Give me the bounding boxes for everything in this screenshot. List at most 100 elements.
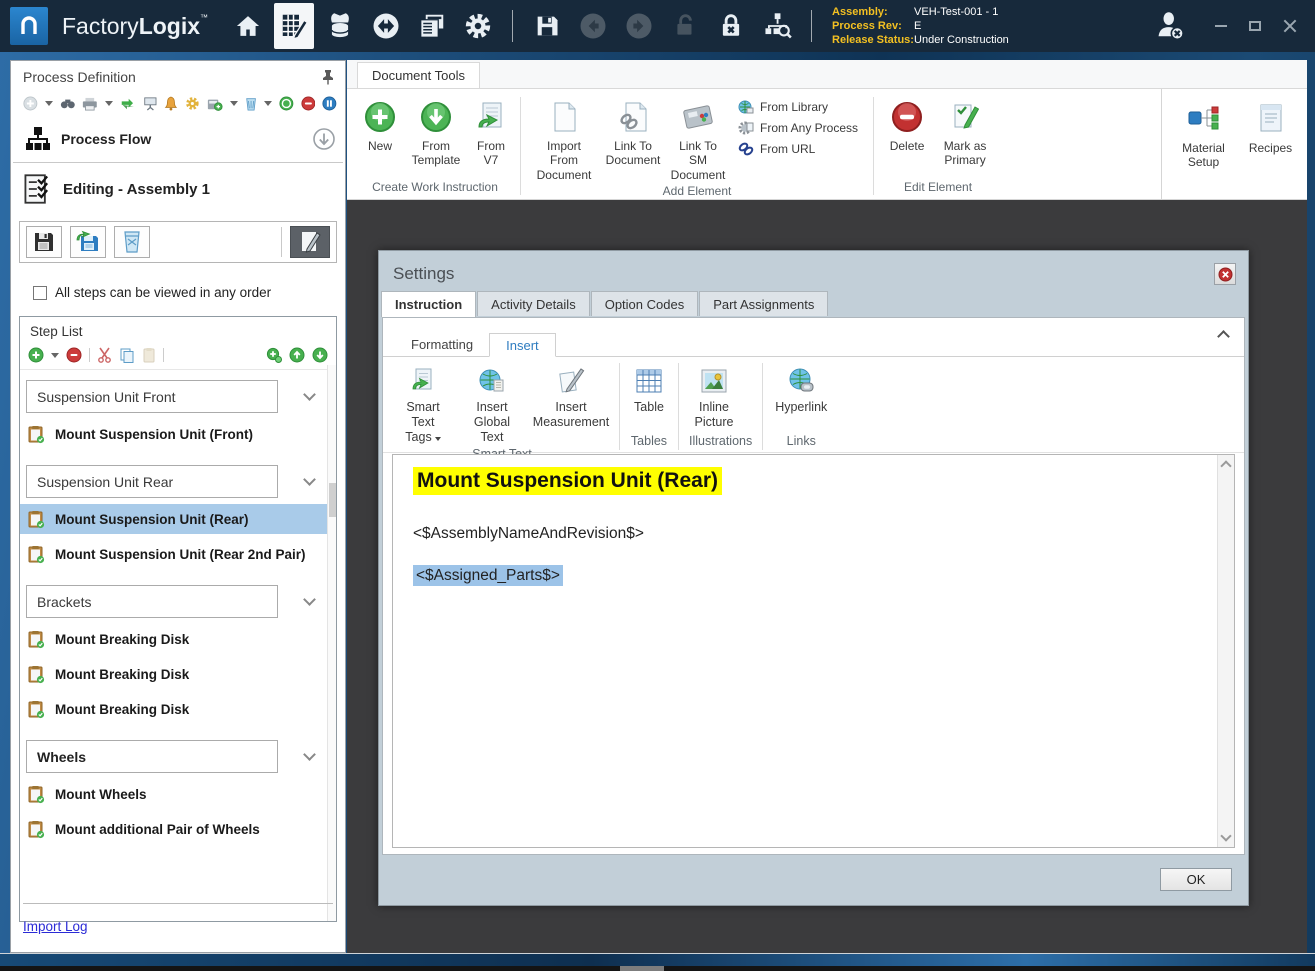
collapse-ribbon-icon[interactable] [1217,330,1230,343]
undo-button[interactable] [573,3,613,49]
unlock-button[interactable] [665,3,705,49]
scrollbar-thumb[interactable] [329,483,336,517]
import-document-button[interactable] [70,226,106,258]
tab-insert[interactable]: Insert [489,333,556,357]
step-item[interactable]: Mount Breaking Disk [20,624,336,654]
trash-icon[interactable] [245,95,257,112]
delete-element-button[interactable]: Delete [881,95,933,153]
mark-as-primary-button[interactable]: Mark as Primary [935,95,995,168]
chevron-down-icon[interactable] [303,473,316,486]
chevron-down-icon[interactable] [303,593,316,606]
step-item[interactable]: Mount Breaking Disk [20,694,336,724]
instruction-editor[interactable]: Mount Suspension Unit (Rear) <$AssemblyN… [392,454,1235,848]
minimize-button[interactable] [1215,25,1227,27]
sync-button[interactable] [366,3,406,49]
edit-instruction-button[interactable] [290,226,330,258]
go-icon[interactable] [279,95,294,112]
presentation-icon[interactable] [143,95,158,112]
pause-icon[interactable] [322,95,337,112]
import-from-document-button[interactable]: Import From Document [528,95,600,182]
paste-icon[interactable] [142,347,156,363]
logout-user-button[interactable] [1151,3,1191,49]
from-library-button[interactable]: From Library [738,99,858,115]
link-to-sm-document-button[interactable]: Link To SM Document [666,95,730,182]
scroll-up-icon[interactable] [1220,460,1231,471]
material-setup-button[interactable]: Material Setup [1173,97,1235,170]
table-button[interactable]: Table [626,361,672,415]
tab-instruction[interactable]: Instruction [381,291,476,317]
tab-document-tools[interactable]: Document Tools [357,62,480,88]
deploy-dropdown-icon[interactable] [230,101,238,106]
trash-dropdown-icon[interactable] [264,101,272,106]
step-group-header[interactable]: Suspension Unit Rear [26,465,330,498]
from-v7-button[interactable]: From V7 [469,95,513,168]
order-checkbox-row[interactable]: All steps can be viewed in any order [11,269,345,312]
scroll-down-icon[interactable] [1220,830,1231,841]
process-search-button[interactable] [757,3,797,49]
save-button[interactable] [527,3,567,49]
save-document-button[interactable] [26,226,62,258]
step-item[interactable]: Mount Breaking Disk [20,659,336,689]
settings-button[interactable] [458,3,498,49]
lock-discard-button[interactable] [711,3,751,49]
deploy-icon[interactable] [207,96,223,112]
close-button[interactable] [1283,19,1297,33]
remove-step-icon[interactable] [66,347,82,363]
horizontal-scrollbar-fragment[interactable] [620,966,664,971]
copy-icon[interactable] [119,347,135,363]
from-template-button[interactable]: From Template [405,95,467,168]
chevron-down-icon[interactable] [303,388,316,401]
smart-text-tags-button[interactable]: Smart Text Tags [391,361,455,445]
hyperlink-button[interactable]: Hyperlink [769,361,833,415]
tab-activity-details[interactable]: Activity Details [477,291,590,316]
add-step-dropdown-icon[interactable] [51,353,59,358]
bell-icon[interactable] [164,95,178,112]
step-item-selected[interactable]: Mount Suspension Unit (Rear) [20,504,336,534]
insert-step-icon[interactable] [266,347,282,363]
instruction-heading-highlighted[interactable]: Mount Suspension Unit (Rear) [413,467,722,495]
documents-button[interactable] [412,3,452,49]
add-icon[interactable] [23,95,38,112]
step-item[interactable]: Mount Suspension Unit (Front) [20,419,336,449]
delete-document-button[interactable] [114,226,150,258]
process-definition-button[interactable] [274,3,314,49]
find-icon[interactable] [60,96,76,111]
smart-text-assembly-tag[interactable]: <$AssemblyNameAndRevision$> [413,525,1214,543]
stop-icon[interactable] [301,95,316,112]
process-flow-row[interactable]: Process Flow [11,118,345,162]
home-button[interactable] [228,3,268,49]
maximize-button[interactable] [1249,21,1261,31]
expand-circle-icon[interactable] [313,128,335,150]
step-item[interactable]: Mount Suspension Unit (Rear 2nd Pair) [20,539,336,569]
editing-assembly-row[interactable]: Editing - Assembly 1 [11,163,345,215]
tab-option-codes[interactable]: Option Codes [591,291,699,316]
new-button[interactable]: New [357,95,403,153]
insert-global-text-button[interactable]: Insert Global Text [455,361,529,445]
import-log-link[interactable]: Import Log [23,919,88,934]
production-button[interactable] [320,3,360,49]
ok-button[interactable]: OK [1160,868,1232,891]
exchange-icon[interactable] [120,96,136,112]
cut-icon[interactable] [97,347,112,363]
chevron-down-icon[interactable] [303,748,316,761]
from-url-button[interactable]: From URL [738,141,858,157]
from-any-process-button[interactable]: From Any Process [738,120,858,136]
print-icon[interactable] [82,96,98,112]
tab-part-assignments[interactable]: Part Assignments [699,291,828,316]
step-item[interactable]: Mount Wheels [20,779,336,809]
move-up-icon[interactable] [289,347,305,363]
editor-scrollbar[interactable] [1217,455,1234,847]
step-group-header[interactable]: Wheels [26,740,330,773]
options-gear-icon[interactable] [185,95,200,112]
tab-formatting[interactable]: Formatting [395,332,489,356]
pin-icon[interactable] [321,69,335,85]
step-item[interactable]: Mount additional Pair of Wheels [20,814,336,844]
add-step-icon[interactable] [28,347,44,363]
add-dropdown-icon[interactable] [45,101,53,106]
move-down-icon[interactable] [312,347,328,363]
recipes-button[interactable]: Recipes [1245,97,1297,155]
redo-button[interactable] [619,3,659,49]
link-to-document-button[interactable]: Link To Document [602,95,664,168]
step-list-scrollbar[interactable] [327,365,336,921]
smart-text-assigned-parts-tag[interactable]: <$Assigned_Parts$> [413,567,1214,585]
